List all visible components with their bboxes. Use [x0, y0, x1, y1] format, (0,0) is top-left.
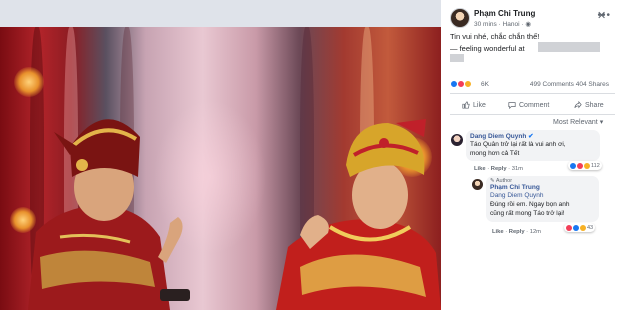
comment-label: Comment — [519, 101, 550, 109]
commenter-avatar[interactable] — [451, 134, 463, 146]
post-text: Tin vui nhé, chắc chắn thế! — [450, 32, 540, 41]
reply-mention[interactable]: Dang Diem Quynh — [490, 191, 595, 200]
divider — [450, 93, 615, 94]
comments-count[interactable]: 499 Comments — [530, 81, 574, 88]
share-label: Share — [585, 101, 604, 109]
like-reaction-icon — [570, 162, 576, 169]
haha-reaction-icon — [464, 80, 472, 88]
feeling-activity: — feeling wonderful at — [450, 44, 525, 53]
thumbs-up-icon — [462, 101, 470, 109]
redacted-location — [450, 54, 464, 62]
reply-author-name[interactable]: Phạm Chi Trung — [490, 184, 595, 191]
haha-reaction-icon — [584, 162, 590, 169]
comment-text-line: Táo Quân trở lại rất là vui anh ơi, — [470, 141, 566, 148]
post-panel: Phạm Chi Trung 30 mins · Hanoi · ◉ ••• T… — [441, 0, 620, 310]
post-actions: Like Comment Share — [450, 98, 615, 112]
like-label: Like — [473, 101, 486, 109]
reply-reaction-count: 43 — [587, 224, 594, 231]
haha-reaction-icon — [580, 224, 586, 231]
comment-bubble: Dang Diem Quynh ✔ Táo Quân trở lại rất l… — [466, 130, 600, 161]
shares-count[interactable]: 404 Shares — [576, 81, 609, 88]
reply-text-line: cũng rất mong Táo trở lại! — [490, 210, 565, 217]
reply-reply-link[interactable]: Reply — [509, 229, 525, 235]
post-time[interactable]: 30 mins — [474, 21, 497, 28]
right-performer — [276, 119, 441, 310]
reply-footer: Like · Reply · 12m — [492, 229, 541, 235]
comment-reply-link[interactable]: Reply — [491, 166, 507, 172]
reactions-summary[interactable]: 6K 499 Comments 404 Shares — [450, 80, 615, 90]
post-header: Phạm Chi Trung 30 mins · Hanoi · ◉ ••• — [450, 8, 615, 30]
comment-icon — [508, 102, 516, 109]
post-location[interactable]: Hanoi — [503, 21, 520, 28]
post-meta: 30 mins · Hanoi · ◉ — [474, 20, 531, 28]
reply-bubble: ✎ Author Phạm Chi Trung Dang Diem Quynh … — [486, 176, 599, 222]
commenter-name[interactable]: Dang Diem Quynh ✔ — [470, 132, 596, 140]
comment-reactions[interactable]: 112 — [568, 161, 602, 170]
engagement-counts: 499 Comments 404 Shares — [530, 81, 609, 88]
author-avatar[interactable] — [450, 8, 470, 28]
close-icon[interactable]: ✕ — [597, 9, 606, 22]
share-icon — [574, 101, 582, 109]
comment-button[interactable]: Comment — [508, 98, 549, 112]
chevron-down-icon: ▾ — [599, 119, 604, 126]
comment-sort-dropdown[interactable]: Most Relevant ▾ — [553, 118, 603, 126]
reply-text-line: Đúng rồi em. Ngay bọn anh — [490, 201, 570, 208]
reply-author-avatar[interactable] — [472, 179, 483, 190]
meta-separator: · — [498, 21, 501, 28]
comment-reaction-count: 112 — [591, 162, 600, 169]
like-button[interactable]: Like — [462, 98, 486, 112]
author-name[interactable]: Phạm Chi Trung — [474, 9, 535, 18]
divider — [450, 114, 615, 115]
like-reaction-icon — [573, 224, 579, 231]
redacted-location — [538, 42, 600, 52]
share-button[interactable]: Share — [574, 98, 604, 112]
verified-badge-icon: ✔ — [528, 133, 534, 140]
love-reaction-icon — [566, 224, 572, 231]
comment-like-link[interactable]: Like — [474, 166, 486, 172]
reactions-count[interactable]: 6K — [481, 81, 489, 88]
comment-time[interactable]: 31m — [512, 166, 523, 172]
stage-performers — [28, 119, 441, 310]
left-performer — [28, 119, 190, 310]
reply-like-link[interactable]: Like — [492, 229, 504, 235]
post-photo[interactable] — [0, 27, 441, 310]
reply-reactions[interactable]: 43 — [564, 223, 596, 232]
meta-separator: · — [521, 21, 524, 28]
globe-icon: ◉ — [525, 21, 532, 28]
reply-time[interactable]: 12m — [530, 229, 541, 235]
comment-footer: Like · Reply · 31m — [474, 166, 523, 172]
comment-text-line: mong hơn cả Tết — [470, 150, 520, 157]
sort-label: Most Relevant — [553, 119, 598, 126]
love-reaction-icon — [577, 162, 583, 169]
